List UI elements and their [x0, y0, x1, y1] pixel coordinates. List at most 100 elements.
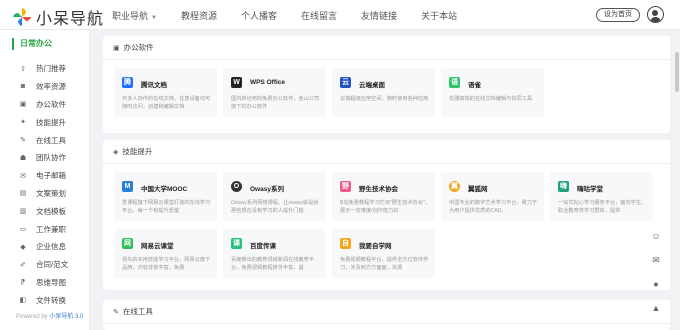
- card-name: 翼狐网: [468, 186, 488, 193]
- site-card[interactable]: 翼 翼狐网 中国专业的数字艺术学习平台，致力于为用户提供优质的CAD、: [441, 172, 544, 221]
- document-icon: ▥: [19, 208, 27, 216]
- sidebar-item-mindmap[interactable]: ⁋ 思维导图: [0, 274, 90, 292]
- caret-down-icon: ▼: [151, 14, 157, 21]
- card-name: 野生技术协会: [359, 186, 398, 193]
- sidebar-item-tools[interactable]: ✎ 在线工具: [0, 131, 90, 149]
- site-card[interactable]: 腾 腾讯文档 可多人协作的在线文档，任意设备均可随时访问，创建和编辑文档: [114, 68, 217, 117]
- sidebar-item-label: 热门推荐: [36, 64, 66, 74]
- section-skills: ◈ 技能提升 M 中国大学MOOC 爱课程旗下网易云课堂打造的在线学习平台。每一个…: [103, 140, 670, 290]
- card-desc: 中国专业的数字艺术学习平台，致力于为用户提供优质的CAD、: [449, 200, 538, 214]
- floating-toolbar: ☺ ✉ ● ▲: [646, 224, 666, 320]
- powered-by: Powered by 小呆导航 3.0: [16, 311, 83, 320]
- section-title: ✎ 在线工具: [103, 300, 670, 324]
- sidebar-item-skills[interactable]: ✦ 技能提升: [0, 113, 90, 131]
- sidebar-item-label: 文档模板: [36, 206, 66, 216]
- nav-item-about[interactable]: 关于本站: [421, 9, 457, 22]
- sidebar-item-efficiency[interactable]: ◙ 效率资源: [0, 78, 90, 96]
- site-card[interactable]: M 中国大学MOOC 爱课程旗下网易云课堂打造的在线学习平台。每一个有提升愿望: [114, 172, 217, 221]
- building-icon: ◆: [20, 243, 26, 251]
- arrow-up-icon[interactable]: ▲: [646, 296, 666, 320]
- card-name: 百度传课: [250, 243, 276, 250]
- site-card[interactable]: 云 云端桌面 云端超级应用空间，随时使用各种应用: [332, 68, 435, 117]
- sidebar-item-contracts[interactable]: ✐ 合同/范文: [0, 256, 90, 274]
- nav-item-links[interactable]: 友情链接: [361, 9, 397, 22]
- sidebar-item-templates[interactable]: ▥ 文档模板: [0, 202, 90, 220]
- baidu-chuanke-icon: 课: [231, 238, 242, 249]
- sidebar-item-label: 效率资源: [36, 82, 66, 92]
- sidebar-item-team[interactable]: ☗ 团队协作: [0, 149, 90, 167]
- sidebar-item-copywriting[interactable]: ▤ 文案策划: [0, 185, 90, 203]
- sidebar-item-label: 电子邮箱: [36, 171, 66, 181]
- site-card[interactable]: 网 网易云课堂 领先的实用技能学习平台，网易云旗下品牌，内容非常丰富，免费: [114, 229, 217, 278]
- card-desc: 免费视频教程平台，提供全方位软件学习，涉及到方方面面，资源: [340, 257, 429, 271]
- nav-item-blog[interactable]: 个人播客: [241, 9, 277, 22]
- mindmap-icon: ⁋: [20, 279, 26, 287]
- nav-item-tutorials[interactable]: 教程资源: [181, 9, 217, 22]
- scrollbar[interactable]: [674, 30, 680, 330]
- user-avatar-icon[interactable]: [647, 6, 664, 23]
- card-desc: B站免费教程学习栏目“野生技术协会”，展示一定难度/创作能力的: [340, 200, 430, 214]
- card-name: Owasy系列: [250, 186, 284, 193]
- site-card[interactable]: 课 百度传课 百度推出的教育领域新闻在线教育平台，免费视频教程搜寻丰富，基: [223, 229, 326, 278]
- nav-item-career[interactable]: 职业导航 ▼: [112, 9, 157, 22]
- sidebar-item-label: 团队协作: [36, 153, 66, 163]
- section-title-text: 办公软件: [123, 43, 154, 52]
- card-desc: 国内转坯用的免费办公软件，金山公司旗下的办公软件: [231, 96, 320, 110]
- wrench-icon: ✎: [113, 308, 119, 316]
- set-homepage-button[interactable]: 设为首页: [596, 8, 640, 22]
- section-title-text: 在线工具: [122, 307, 153, 316]
- scrollbar-thumb[interactable]: [675, 52, 679, 92]
- powered-link[interactable]: 小呆导航 3.0: [49, 314, 83, 320]
- sidebar-item-company[interactable]: ◆ 企业信息: [0, 238, 90, 256]
- card-name: WPS Office: [250, 79, 286, 86]
- sidebar-item-label: 工作兼职: [36, 224, 66, 234]
- wps-icon: W: [231, 77, 242, 88]
- section-title: ◈ 技能提升: [103, 140, 670, 164]
- sidebar-item-label: 企业信息: [36, 242, 66, 252]
- sidebar-item-hot[interactable]: ⇧ 热门推荐: [0, 60, 90, 78]
- sidebar-item-convert[interactable]: ◧ 文件转换: [0, 291, 90, 309]
- site-card[interactable]: O Owasy系列 Owasy系列网络课程。让owasy就是给那些想在没有学习的…: [223, 172, 326, 221]
- graduation-cap-icon: ◈: [113, 148, 119, 156]
- card-name: 嗨咕学堂: [577, 186, 603, 193]
- card-desc: Owasy系列网络课程。让owasy就是给那些想在没有学习的人提升门槛: [231, 200, 319, 214]
- sidebar-item-label: 思维导图: [36, 277, 66, 287]
- yihu-icon: 翼: [449, 181, 460, 192]
- site-card[interactable]: W WPS Office 国内转坯用的免费办公软件，金山公司旗下的办公软件: [223, 68, 326, 117]
- sidebar-item-office[interactable]: ▣ 办公软件: [0, 96, 90, 114]
- smile-icon[interactable]: ☺: [646, 224, 666, 248]
- sidebar: 日常办公 ⇧ 热门推荐 ◙ 效率资源 ▣ 办公软件 ✦ 技能提升 ✎ 在线工具 ☗ 团队协作…: [0, 30, 90, 330]
- site-card[interactable]: 语 语雀 优雅高效的在线文档编辑与协同工具: [441, 68, 544, 117]
- sidebar-item-email[interactable]: ✉ 电子邮箱: [0, 167, 90, 185]
- nav-label: 职业导航: [112, 10, 149, 21]
- section-office: ▣ 办公软件 腾 腾讯文档 可多人协作的在线文档，任意设备均可随时访问，创建和编辑…: [103, 36, 670, 133]
- car-icon: ◙: [20, 83, 26, 91]
- mail-icon: ✉: [20, 172, 26, 180]
- card-name: 网易云课堂: [141, 243, 174, 250]
- section-online-tools: ✎ 在线工具: [103, 300, 670, 330]
- site-card[interactable]: 嗨 嗨咕学堂 一站式帖心学习服务平台，面向学生、职业教育类学习群体，提供: [550, 172, 653, 221]
- card-name: 腾讯文档: [141, 82, 167, 89]
- site-card[interactable]: 自 我要自学网 免费视频教程平台，提供全方位软件学习，涉及到方方面面，资源: [332, 229, 435, 278]
- tencent-docs-icon: 腾: [122, 77, 133, 88]
- site-card[interactable]: 野 野生技术协会 B站免费教程学习栏目“野生技术协会”，展示一定难度/创作能力的: [332, 172, 435, 221]
- contract-icon: ✐: [20, 261, 26, 269]
- sidebar-item-jobs[interactable]: ▭ 工作兼职: [0, 220, 90, 238]
- pen-icon: ▤: [19, 190, 27, 198]
- site-logo[interactable]: 小呆导航: [12, 5, 104, 29]
- card-desc: 一站式帖心学习服务平台，面向学生、职业教育类学习群体，提供: [558, 200, 647, 214]
- card-name: 中国大学MOOC: [141, 186, 188, 193]
- section-title-text: 技能提升: [122, 147, 153, 156]
- chat-icon[interactable]: ●: [646, 272, 666, 296]
- wrench-icon: ✎: [20, 137, 26, 145]
- mail-icon[interactable]: ✉: [646, 248, 666, 272]
- main-nav: 职业导航 ▼ 教程资源 个人播客 在线留言 友情链接 关于本站: [112, 0, 481, 30]
- owasy-icon: O: [231, 181, 242, 192]
- star-icon: ✦: [20, 119, 26, 127]
- team-icon: ☗: [19, 154, 27, 162]
- nav-item-guestbook[interactable]: 在线留言: [301, 9, 337, 22]
- card-desc: 百度推出的教育领域新闻在线教育平台，免费视频教程搜寻丰富，基: [231, 257, 315, 271]
- image-icon: ▣: [19, 101, 27, 109]
- sidebar-item-label: 文案策划: [36, 188, 66, 198]
- pinwheel-logo-icon: [13, 8, 31, 26]
